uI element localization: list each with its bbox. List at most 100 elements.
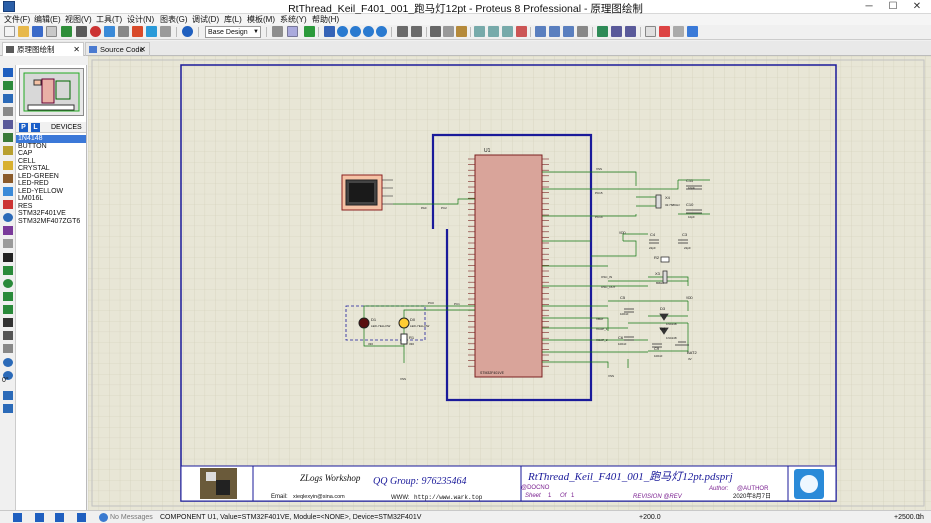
menu-tools[interactable]: 工具(T) [96,14,122,25]
play-icon[interactable] [13,513,22,522]
symbol-icon[interactable] [3,331,13,340]
paste-icon[interactable] [456,26,467,37]
block-move-icon[interactable] [488,26,499,37]
copy-icon[interactable] [443,26,454,37]
messages-count[interactable]: No Messages [110,511,153,523]
design-explorer-icon[interactable] [146,26,157,37]
save-icon[interactable] [32,26,43,37]
refresh-icon[interactable] [272,26,283,37]
property-tool-icon[interactable] [625,26,636,37]
stop-icon[interactable] [77,513,86,522]
mirror-y-icon[interactable] [3,404,13,413]
search-tag-icon[interactable] [611,26,622,37]
netlist-icon[interactable] [687,26,698,37]
device-pins-icon[interactable] [3,174,13,183]
close-icon[interactable]: ✕ [139,43,146,56]
block-copy-icon[interactable] [474,26,485,37]
device-list-item[interactable]: LM016L [16,195,86,203]
new-file-icon[interactable] [4,26,15,37]
tape-recorder-icon[interactable] [3,200,13,209]
schematic-drawing[interactable]: U1 STM32F401VE C11 C10 X4 32.768KHz C4 C… [88,56,931,510]
overview-window[interactable] [19,68,84,116]
open-folder-icon[interactable] [18,26,29,37]
buses-icon[interactable] [3,133,13,142]
menu-view[interactable]: 视图(V) [65,14,92,25]
block-delete-icon[interactable] [516,26,527,37]
minimize-button[interactable]: ─ [857,0,881,14]
d0-led[interactable] [398,317,410,329]
undo-icon[interactable] [397,26,408,37]
menu-debug[interactable]: 调试(D) [192,14,219,25]
pcb-icon[interactable] [90,26,101,37]
circle-icon[interactable] [3,279,13,288]
pick-devices-button[interactable]: P [19,123,28,132]
menu-template[interactable]: 模板(M) [247,14,275,25]
terminals-icon[interactable] [3,161,13,170]
device-list-item[interactable]: STM32F401VE [16,210,86,218]
r1-resistor[interactable] [400,333,408,345]
grid-icon[interactable] [287,26,298,37]
zoom-area-icon[interactable] [376,26,387,37]
wire-label-icon[interactable] [3,107,13,116]
tab-schematic[interactable]: 原理图绘制 ✕ [2,42,84,56]
device-list-item[interactable]: BUTTON [16,143,86,151]
device-list-item[interactable]: LED-GREEN [16,173,86,181]
design-select[interactable]: Base Design ▼ [205,26,261,38]
virtual-instruments-icon[interactable] [3,239,13,248]
block-rotate-icon[interactable] [502,26,513,37]
voltage-probe-icon[interactable] [3,226,13,235]
cut-icon[interactable] [430,26,441,37]
make-device-icon[interactable] [549,26,560,37]
remove-sheet-icon[interactable] [659,26,670,37]
device-list-item[interactable]: CAP [16,150,86,158]
close-icon[interactable]: ✕ [73,43,80,56]
tab-source-code[interactable]: Source Code ✕ [85,42,150,56]
menu-system[interactable]: 系统(Y) [280,14,307,25]
graph-icon[interactable] [3,187,13,196]
menu-edit[interactable]: 编辑(E) [34,14,61,25]
device-list-item[interactable]: CELL [16,158,86,166]
text-icon[interactable] [3,318,13,327]
u1-stm32-chip[interactable]: U1 STM32F401VE [468,148,549,378]
box-icon[interactable] [3,266,13,275]
zoom-out-icon[interactable] [350,26,361,37]
messages-icon[interactable] [99,513,108,522]
title-block[interactable]: ZLogs Workshop QQ Group: 976235464 Email… [180,465,837,502]
d1-led[interactable] [358,317,370,329]
device-list-item[interactable]: 1N4148 [16,135,86,143]
device-list-item[interactable]: CRYSTAL [16,165,86,173]
path-icon[interactable] [3,305,13,314]
redo-icon[interactable] [411,26,422,37]
component-mode-icon[interactable] [3,81,13,90]
source-code-icon[interactable] [160,26,171,37]
zoom-all-icon[interactable] [363,26,374,37]
device-list-item[interactable]: STM32MF407ZGT6 [16,218,86,226]
menu-design[interactable]: 设计(N) [127,14,154,25]
subcircuit-icon[interactable] [3,146,13,155]
maximize-button[interactable]: ☐ [881,0,905,14]
packaging-icon[interactable] [563,26,574,37]
import-icon[interactable] [46,26,57,37]
wire-autorouter-icon[interactable] [597,26,608,37]
mirror-x-icon[interactable] [3,391,13,400]
pan-icon[interactable] [324,26,335,37]
selection-mode-icon[interactable] [3,68,13,77]
generator-icon[interactable] [3,213,13,222]
gerber-icon[interactable] [118,26,129,37]
home-icon[interactable] [61,26,72,37]
device-list-item[interactable]: LED-RED [16,180,86,188]
help-icon[interactable] [182,26,193,37]
device-list-item[interactable]: RES [16,203,86,211]
3d-view-icon[interactable] [104,26,115,37]
menu-help[interactable]: 帮助(H) [312,14,339,25]
junction-dot-icon[interactable] [3,94,13,103]
schematic-icon[interactable] [76,26,87,37]
menu-graph[interactable]: 图表(G) [160,14,188,25]
pause-icon[interactable] [55,513,64,522]
origin-icon[interactable] [304,26,315,37]
rotate-cw-icon[interactable] [3,358,13,367]
menu-file[interactable]: 文件(F) [4,14,30,25]
line-icon[interactable] [3,253,13,262]
arc-icon[interactable] [3,292,13,301]
bom-icon[interactable] [132,26,143,37]
